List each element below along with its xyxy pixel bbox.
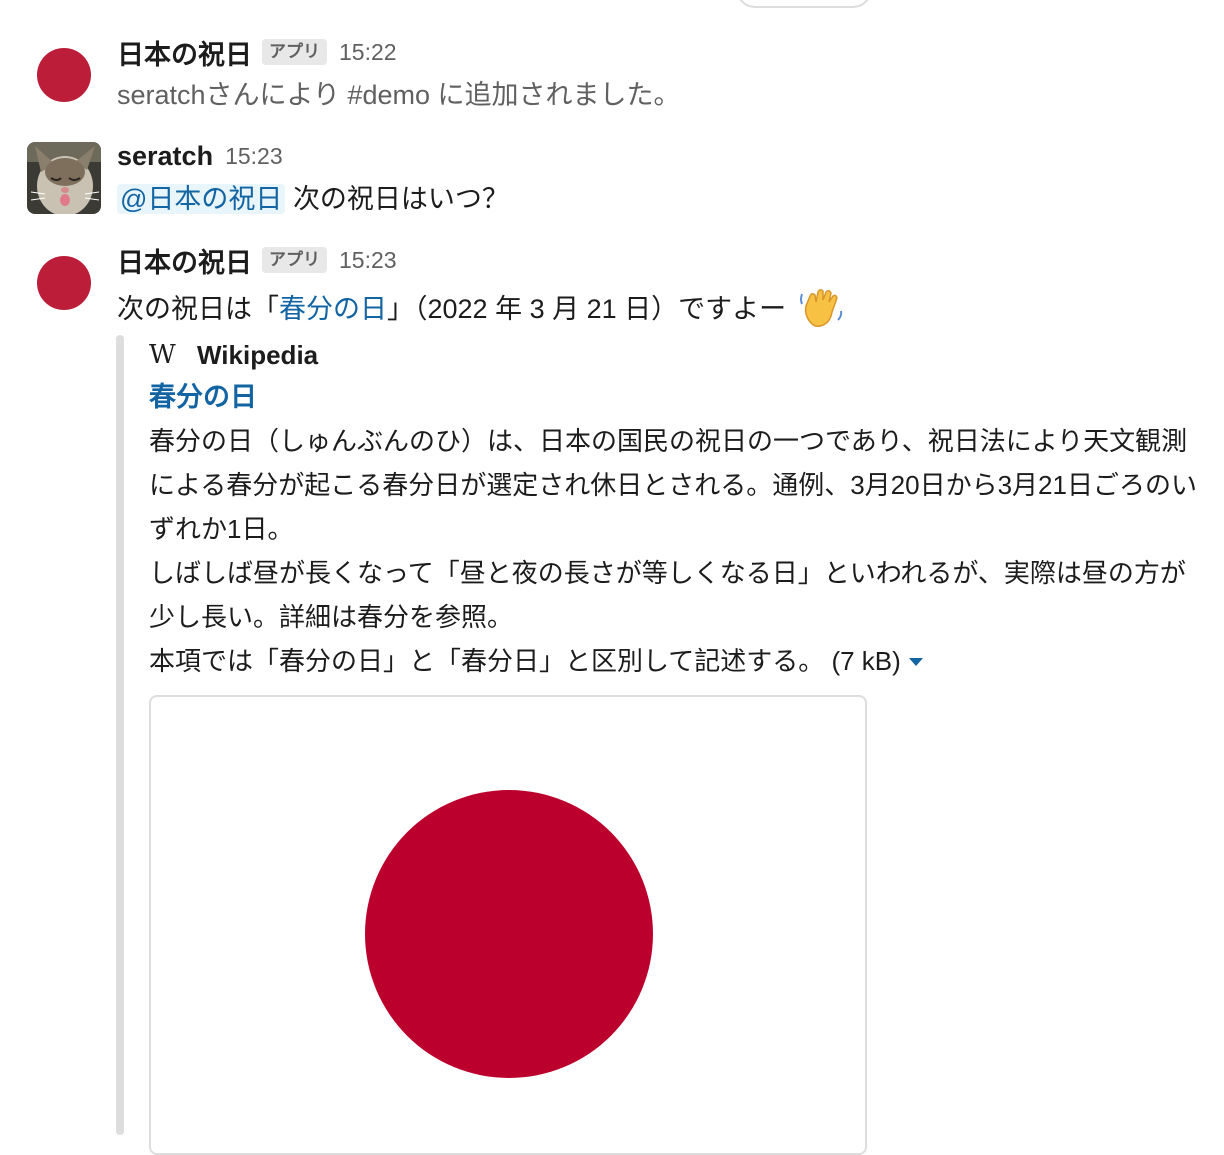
message-text: 次の祝日は「春分の日」（2022 年 3 月 21 日）ですよー [117,284,844,330]
collapse-caret-icon[interactable] [908,658,923,666]
date-divider-pill[interactable] [736,0,872,8]
sender-name[interactable]: 日本の祝日 [117,241,252,280]
reply-text-prefix: 次の祝日は「 [117,294,279,324]
japan-flag-circle [365,790,653,1078]
sender-name[interactable]: seratch [117,141,213,172]
app-badge: アプリ [262,39,327,65]
wikipedia-icon: W [149,340,176,370]
system-message-text: seratchさんにより #demo に追加されました。 [117,80,681,110]
user-avatar[interactable] [27,142,101,214]
app-avatar[interactable] [37,48,91,102]
message-header: seratch 15:23 [117,139,283,173]
unfurl-image[interactable] [149,695,867,1155]
message-body: 次の祝日はいつ？ [292,184,509,214]
mention-link[interactable]: @日本の祝日 [117,184,286,214]
unfurl-description: 春分の日（しゅんぶんのひ）は、日本の国民の祝日の一つであり、祝日法により天文観測… [149,419,1224,683]
service-name[interactable]: Wikipedia [197,340,318,371]
message-header: 日本の祝日 アプリ 15:22 [117,33,397,72]
cat-photo-icon [27,142,101,214]
unfurl-title-link[interactable]: 春分の日 [149,375,1224,419]
description-line: 春分の日（しゅんぶんのひ）は、日本の国民の祝日の一つであり、祝日法により天文観測 [149,426,1188,456]
unfurl-service: W Wikipedia [149,335,1224,375]
app-avatar[interactable] [37,256,91,310]
description-text: 本項では「春分の日」と「春分日」と区別して記述する。 [149,646,825,676]
message-text: @日本の祝日 次の祝日はいつ？ [117,180,509,218]
holiday-link[interactable]: 春分の日 [279,294,387,324]
reply-text-suffix: 」（2022 年 3 月 21 日）ですよー [387,294,787,324]
description-line: 少し長い。詳細は春分を参照。 [149,602,514,632]
sender-name[interactable]: 日本の祝日 [117,33,252,72]
timestamp[interactable]: 15:23 [339,247,397,274]
app-badge: アプリ [262,247,327,273]
timestamp[interactable]: 15:22 [339,39,397,66]
description-line-last: 本項では「春分の日」と「春分日」と区別して記述する。 (7 kB) [149,639,1224,683]
attachment-bar [116,335,124,1135]
description-line: ずれか1日。 [149,514,294,544]
description-line: による春分が起こる春分日が選定され休日とされる。通例、3月20日から3月21日ご… [149,470,1197,500]
waving-hand-icon [799,288,842,327]
timestamp[interactable]: 15:23 [225,143,283,170]
link-unfurl: W Wikipedia 春分の日 春分の日（しゅんぶんのひ）は、日本の国民の祝日… [149,335,1224,683]
file-size: (7 kB) [831,646,901,676]
message-header: 日本の祝日 アプリ 15:23 [117,241,397,280]
description-line: しばしば昼が長くなって「昼と夜の長さが等しくなる日」といわれるが、実際は昼の方が [149,558,1186,588]
